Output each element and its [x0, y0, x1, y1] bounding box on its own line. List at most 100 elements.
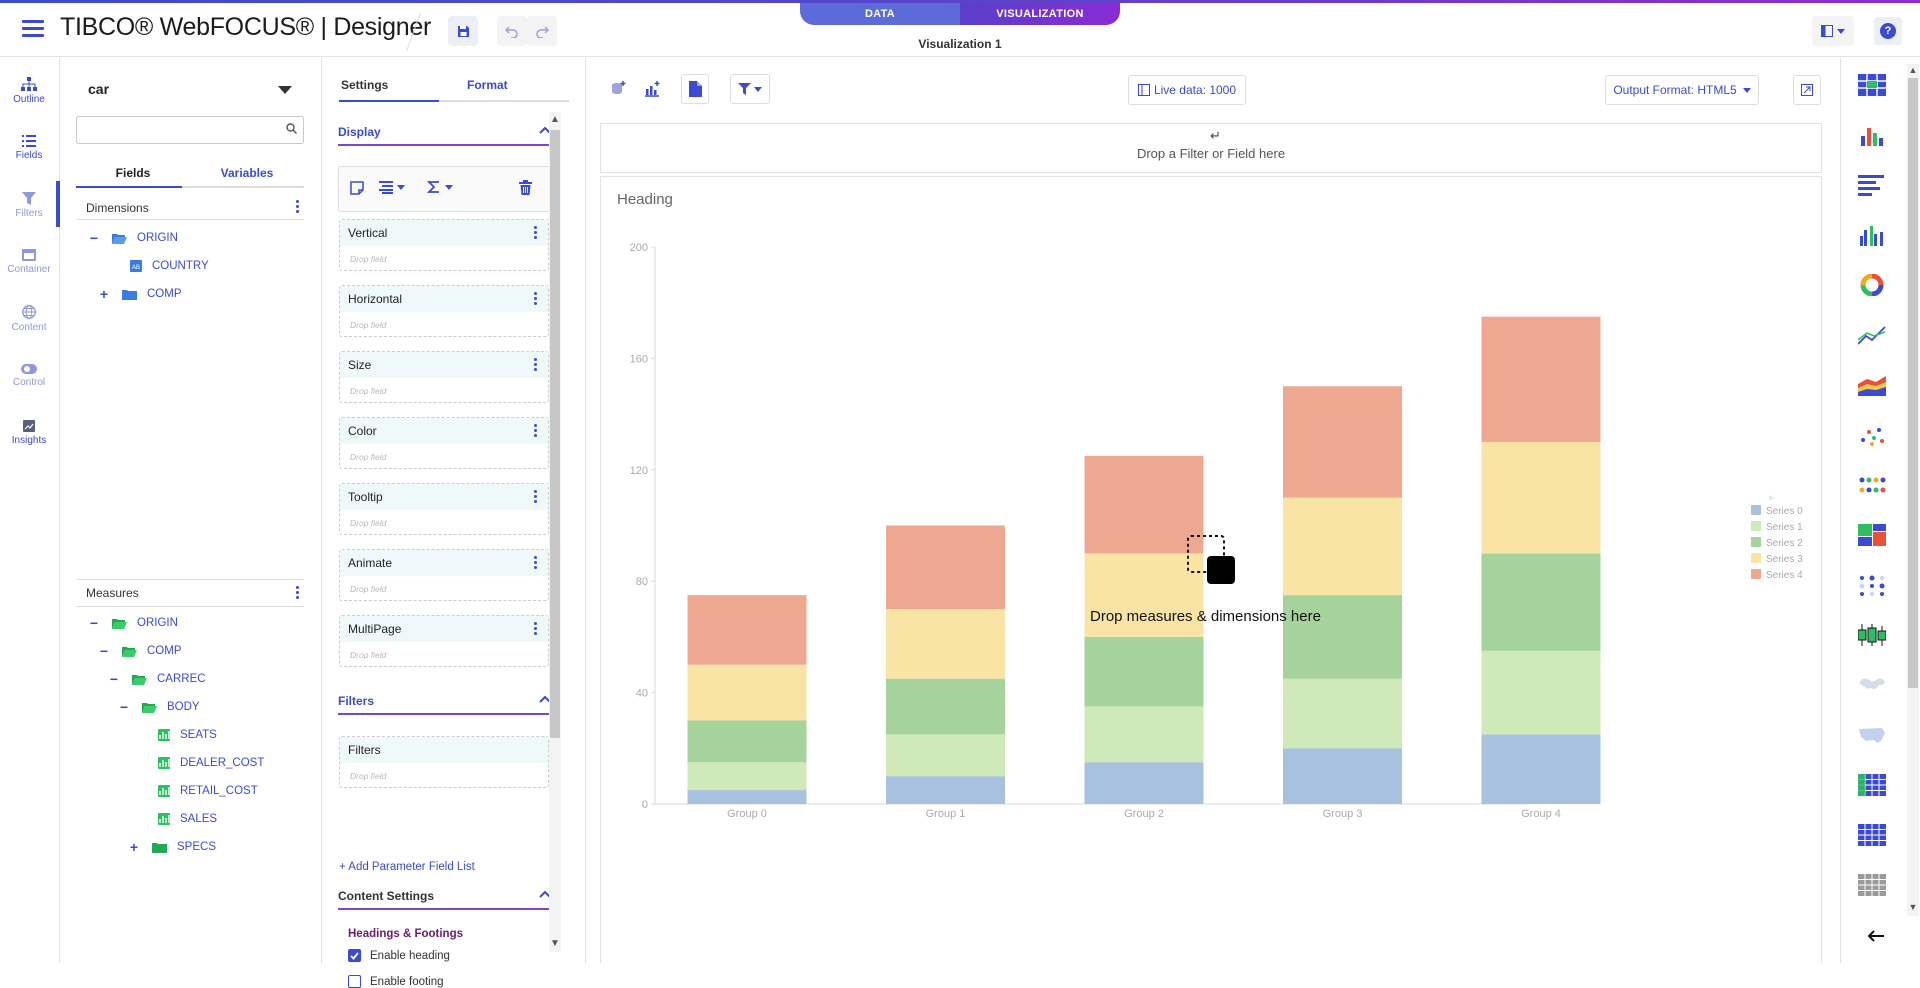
- bucket-color[interactable]: Color Drop field: [339, 417, 549, 469]
- rail-item-fields[interactable]: Fields: [0, 123, 58, 173]
- filter-menu-button[interactable]: [730, 74, 770, 104]
- annotate-button[interactable]: [349, 180, 365, 196]
- add-chart-button[interactable]: [638, 74, 666, 104]
- palette-item-world-map[interactable]: [1855, 668, 1889, 702]
- tab-format[interactable]: Format: [443, 78, 569, 100]
- scroll-up-icon[interactable]: ▲: [1908, 65, 1918, 75]
- collapse-palette-button[interactable]: [1861, 923, 1891, 949]
- bucket-animate[interactable]: Animate Drop field: [339, 549, 549, 601]
- scrollbar-thumb[interactable]: [550, 130, 560, 738]
- tree-item-meas-retail-cost[interactable]: RETAIL_COST: [158, 780, 258, 802]
- palette-item-bubble[interactable]: [1855, 468, 1889, 502]
- enable-heading-checkbox[interactable]: Enable heading: [348, 949, 450, 962]
- palette-item-area-chart[interactable]: [1855, 368, 1889, 402]
- palette-item-grid-report[interactable]: [1855, 818, 1889, 852]
- tab-settings[interactable]: Settings: [339, 78, 443, 102]
- expand-toggle[interactable]: +: [98, 286, 110, 302]
- bucket-menu-icon[interactable]: [534, 358, 538, 372]
- settings-scrollbar[interactable]: ▲ ▼: [549, 112, 561, 952]
- bucket-menu-icon[interactable]: [534, 556, 538, 570]
- save-button[interactable]: [448, 16, 478, 46]
- bucket-menu-icon[interactable]: [534, 622, 538, 636]
- tree-item-meas-sales[interactable]: SALES: [158, 808, 217, 830]
- rail-item-container[interactable]: Container: [0, 237, 58, 287]
- redo-button[interactable]: [527, 16, 557, 46]
- add-parameter-field-list-link[interactable]: + Add Parameter Field List: [339, 861, 475, 873]
- rail-item-insights[interactable]: Insights: [0, 408, 58, 458]
- tree-item-meas-comp[interactable]: − COMP: [98, 640, 182, 662]
- enable-footing-checkbox[interactable]: Enable footing: [348, 975, 444, 988]
- display-section-header[interactable]: Display: [338, 120, 551, 146]
- palette-item-us-map[interactable]: [1855, 718, 1889, 752]
- tab-fields[interactable]: Fields: [76, 162, 190, 188]
- collapse-toggle[interactable]: −: [88, 230, 100, 246]
- rail-item-outline[interactable]: Outline: [0, 66, 58, 116]
- palette-item-line-chart[interactable]: [1855, 318, 1889, 352]
- bucket-menu-icon[interactable]: [534, 226, 538, 240]
- content-settings-header[interactable]: Content Settings: [338, 884, 551, 910]
- palette-item-crosstab[interactable]: [1855, 768, 1889, 802]
- stack-options-button[interactable]: [379, 180, 405, 194]
- filter-drop-zone[interactable]: ↵ Drop a Filter or Field here: [600, 123, 1822, 173]
- bucket-vertical[interactable]: Vertical Drop field: [339, 219, 549, 271]
- bucket-tooltip[interactable]: Tooltip Drop field: [339, 483, 549, 535]
- dimensions-menu-icon[interactable]: [296, 200, 300, 214]
- add-data-button[interactable]: [604, 74, 632, 104]
- tree-item-dim-country[interactable]: AB COUNTRY: [130, 255, 209, 277]
- palette-scrollbar[interactable]: ▲ ▼: [1907, 64, 1919, 916]
- palette-item-scatter[interactable]: [1855, 418, 1889, 452]
- bucket-menu-icon[interactable]: [534, 424, 538, 438]
- rail-item-filters[interactable]: Filters: [0, 180, 58, 230]
- collapse-toggle[interactable]: −: [98, 643, 110, 659]
- expand-toggle[interactable]: +: [128, 839, 140, 855]
- scrollbar-thumb[interactable]: [1908, 78, 1918, 688]
- aggregate-button[interactable]: [427, 180, 453, 194]
- bucket-size[interactable]: Size Drop field: [339, 351, 549, 403]
- palette-item-report[interactable]: [1855, 868, 1889, 902]
- palette-item-table-chart[interactable]: [1855, 68, 1889, 102]
- tree-item-meas-dealer-cost[interactable]: DEALER_COST: [158, 752, 264, 774]
- bucket-horizontal[interactable]: Horizontal Drop field: [339, 285, 549, 337]
- filters-section-header[interactable]: Filters: [338, 689, 551, 715]
- tree-item-dim-origin[interactable]: − ORIGIN: [88, 227, 178, 249]
- report-options-button[interactable]: [681, 74, 709, 104]
- bucket-filters[interactable]: Filters Drop field: [339, 736, 549, 788]
- palette-item-boxplot[interactable]: [1855, 618, 1889, 652]
- tree-item-meas-specs[interactable]: + SPECS: [128, 836, 216, 858]
- palette-item-bar-chart[interactable]: [1855, 118, 1889, 152]
- fullscreen-button[interactable]: [1793, 75, 1821, 105]
- tab-variables[interactable]: Variables: [190, 162, 304, 186]
- delete-button[interactable]: [519, 180, 532, 195]
- palette-item-treemap[interactable]: [1855, 518, 1889, 552]
- output-format-dropdown[interactable]: Output Format: HTML5: [1605, 75, 1759, 105]
- palette-item-horizontal-bar[interactable]: [1855, 168, 1889, 202]
- collapse-toggle[interactable]: −: [108, 671, 120, 687]
- rail-item-control[interactable]: Control: [0, 351, 58, 401]
- collapse-toggle[interactable]: −: [118, 699, 130, 715]
- bucket-menu-icon[interactable]: [534, 292, 538, 306]
- tree-item-dim-comp[interactable]: + COMP: [98, 283, 182, 305]
- palette-item-ring-pie[interactable]: [1855, 268, 1889, 302]
- bucket-menu-icon[interactable]: [534, 490, 538, 504]
- tree-item-meas-origin[interactable]: − ORIGIN: [88, 612, 178, 634]
- datasource-dropdown-icon[interactable]: [278, 86, 292, 94]
- tree-item-meas-carrec[interactable]: − CARREC: [108, 668, 206, 690]
- help-button[interactable]: ?: [1874, 17, 1902, 45]
- rail-item-content[interactable]: Content: [0, 294, 58, 344]
- hamburger-menu-icon[interactable]: [22, 20, 44, 40]
- tree-item-meas-seats[interactable]: SEATS: [158, 724, 217, 746]
- collapse-toggle[interactable]: −: [88, 615, 100, 631]
- palette-item-column-chart[interactable]: [1855, 218, 1889, 252]
- tab-data[interactable]: DATA: [800, 3, 960, 25]
- field-search-input[interactable]: [76, 116, 304, 144]
- scroll-down-icon[interactable]: ▼: [1908, 902, 1918, 912]
- tab-visualization[interactable]: VISUALIZATION: [960, 3, 1120, 25]
- scroll-up-icon[interactable]: ▲: [550, 114, 560, 126]
- undo-button[interactable]: [497, 16, 527, 46]
- palette-item-matrix[interactable]: [1855, 568, 1889, 602]
- layout-toggle-button[interactable]: [1812, 16, 1854, 46]
- live-data-button[interactable]: Live data: 1000: [1128, 75, 1246, 105]
- measures-menu-icon[interactable]: [296, 586, 300, 600]
- bucket-multipage[interactable]: MultiPage Drop field: [339, 615, 549, 667]
- tree-item-meas-body[interactable]: − BODY: [118, 696, 200, 718]
